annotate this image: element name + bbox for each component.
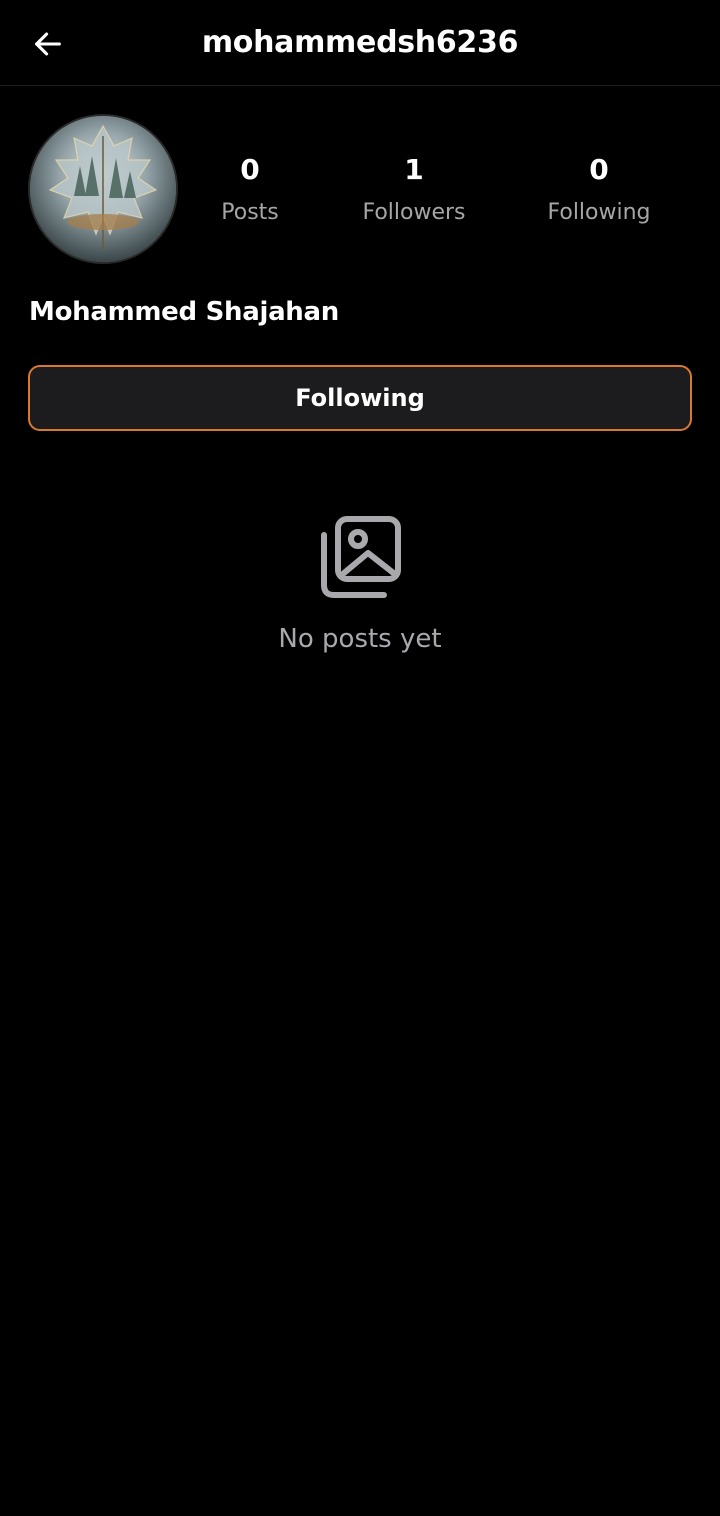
- empty-posts-message: No posts yet: [278, 624, 442, 654]
- top-app-bar: mohammedsh6236: [0, 0, 720, 86]
- posts-count: 0: [240, 153, 260, 186]
- posts-label: Posts: [221, 200, 279, 225]
- followers-count: 1: [404, 153, 424, 186]
- followers-label: Followers: [362, 200, 466, 225]
- profile-stats: 0 Posts 1 Followers 0 Following: [0, 148, 720, 238]
- following-count: 0: [589, 153, 609, 186]
- stat-following[interactable]: 0 Following: [514, 148, 684, 234]
- stat-followers[interactable]: 1 Followers: [329, 148, 499, 234]
- stat-posts[interactable]: 0 Posts: [165, 148, 335, 234]
- following-label: Following: [547, 200, 651, 225]
- images-icon: [321, 516, 401, 598]
- display-name: Mohammed Shajahan: [29, 297, 339, 327]
- page-title: mohammedsh6236: [201, 25, 519, 60]
- following-button[interactable]: Following: [28, 365, 692, 431]
